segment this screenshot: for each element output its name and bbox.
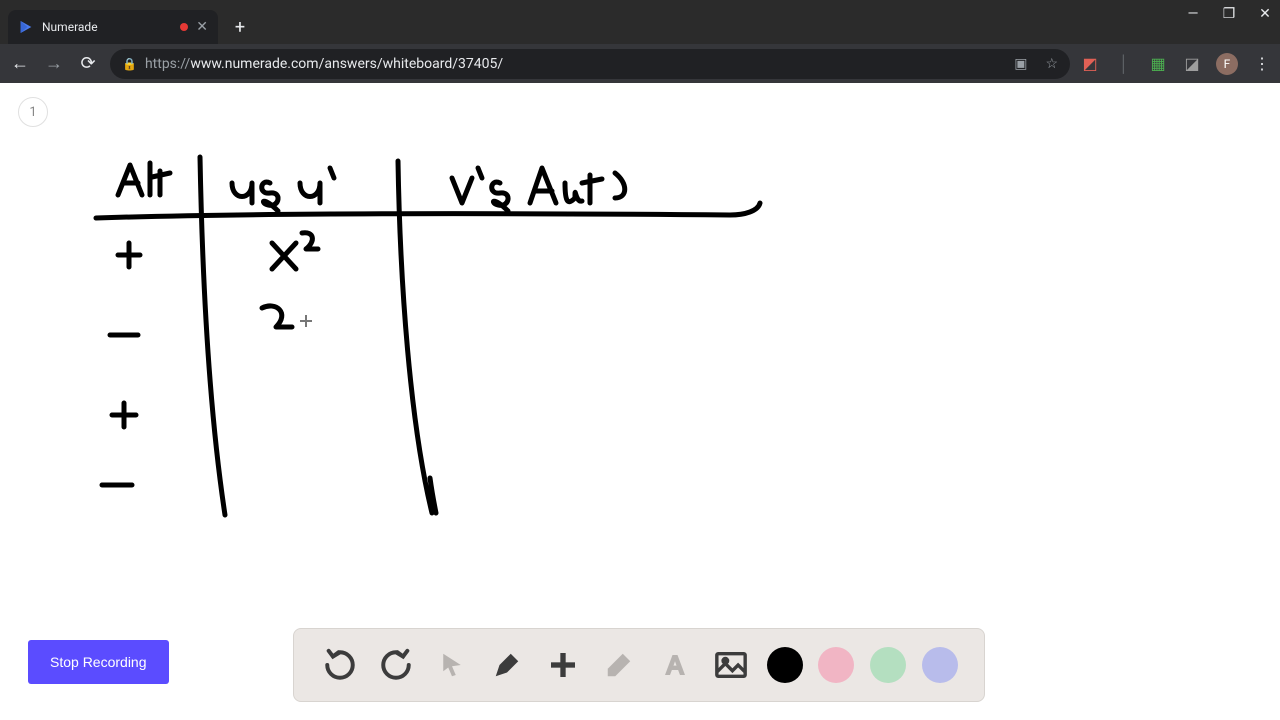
lock-icon: 🔒 [122, 57, 137, 71]
handwriting-layer [0, 83, 1280, 703]
color-pink[interactable] [818, 647, 854, 683]
image-tool[interactable] [711, 645, 751, 685]
stop-recording-button[interactable]: Stop Recording [28, 640, 169, 684]
close-window-icon[interactable]: ✕ [1256, 6, 1274, 22]
pointer-tool[interactable] [432, 645, 472, 685]
pen-tool[interactable] [487, 645, 527, 685]
eraser-tool[interactable] [599, 645, 639, 685]
close-tab-icon[interactable]: ✕ [196, 19, 208, 35]
whiteboard-toolbar [293, 628, 985, 702]
kebab-menu-icon[interactable]: ⋮ [1252, 54, 1272, 74]
camera-icon[interactable]: ▣ [1014, 56, 1027, 72]
add-tool[interactable] [543, 645, 583, 685]
extension-icon-1[interactable]: ◩ [1080, 54, 1100, 74]
profile-avatar[interactable]: F [1216, 53, 1238, 75]
url-text: https://www.numerade.com/answers/whitebo… [145, 56, 503, 72]
reload-button[interactable]: ⟳ [76, 52, 100, 76]
divider-icon: │ [1114, 54, 1134, 74]
color-green[interactable] [870, 647, 906, 683]
address-bar: ← → ⟳ 🔒 https://www.numerade.com/answers… [0, 44, 1280, 83]
site-favicon [18, 19, 34, 35]
tab-title: Numerade [42, 20, 172, 34]
whiteboard-canvas[interactable]: 1 [0, 83, 1280, 720]
browser-chrome: Numerade ✕ + — ❐ ✕ ← → ⟳ 🔒 https://www.n… [0, 0, 1280, 83]
new-tab-button[interactable]: + [226, 13, 254, 41]
color-purple[interactable] [922, 647, 958, 683]
extension-icon-3[interactable]: ◪ [1182, 54, 1202, 74]
window-controls: — ❐ ✕ [1184, 6, 1274, 22]
forward-button[interactable]: → [42, 52, 66, 76]
redo-button[interactable] [376, 645, 416, 685]
extension-icon-2[interactable]: ▦ [1148, 54, 1168, 74]
back-button[interactable]: ← [8, 52, 32, 76]
url-input[interactable]: 🔒 https://www.numerade.com/answers/white… [110, 49, 1070, 79]
color-black[interactable] [767, 647, 803, 683]
bookmark-star-icon[interactable]: ☆ [1045, 56, 1058, 72]
undo-button[interactable] [320, 645, 360, 685]
browser-tab[interactable]: Numerade ✕ [8, 10, 218, 44]
tab-bar: Numerade ✕ + — ❐ ✕ [0, 0, 1280, 44]
toolbar-extensions: ◩ │ ▦ ◪ F ⋮ [1080, 53, 1272, 75]
minimize-icon[interactable]: — [1184, 6, 1202, 22]
recording-indicator-icon [180, 23, 188, 31]
maximize-icon[interactable]: ❐ [1220, 6, 1238, 22]
text-tool[interactable] [655, 645, 695, 685]
